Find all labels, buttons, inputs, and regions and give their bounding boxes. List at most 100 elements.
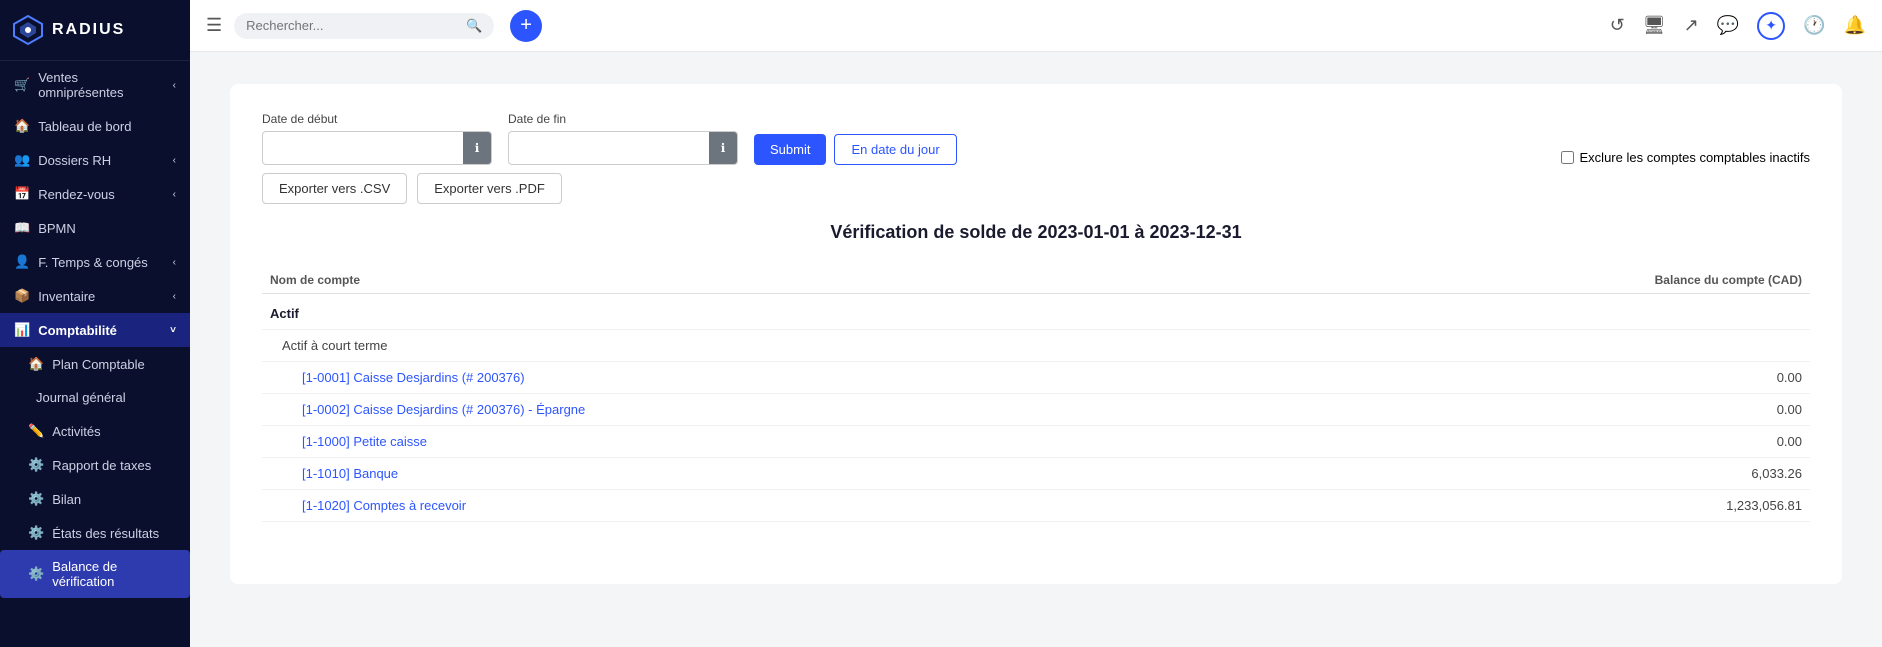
export-pdf-button[interactable]: Exporter vers .PDF [417,173,562,204]
section-actif-balance [1299,294,1810,330]
compass-icon[interactable]: ✦ [1757,12,1785,40]
calendar-icon: 📅 [14,186,30,202]
sidebar-label-journal-general: Journal général [36,390,126,405]
form-controls: Date de début ℹ Date de fin ℹ [262,112,1810,165]
account-balance-1-1010: 6,033.26 [1299,458,1810,490]
message-icon[interactable]: 💬 [1717,15,1739,36]
gear2-icon: ⚙️ [28,491,44,507]
date-fields: Date de début ℹ Date de fin ℹ [262,112,738,165]
table-row: [1-0002] Caisse Desjardins (# 200376) - … [262,394,1810,426]
account-name-1-0002[interactable]: [1-0002] Caisse Desjardins (# 200376) - … [262,394,1299,426]
chevron-icon-temps: ‹ [173,257,176,268]
chart-icon: 📊 [14,322,30,338]
date-fin-info-button[interactable]: ℹ [709,132,737,164]
sidebar-item-journal-general[interactable]: Journal général [0,381,190,414]
sidebar-item-bilan[interactable]: ⚙️ Bilan [0,482,190,516]
sidebar-item-tableau[interactable]: 🏠 Tableau de bord [0,109,190,143]
col-account-header: Nom de compte [262,267,1299,294]
app-name: RADIUS [52,21,125,39]
account-name-1-1000[interactable]: [1-1000] Petite caisse [262,426,1299,458]
group-icon: 👥 [14,152,30,168]
sidebar-item-bpmn[interactable]: 📖 BPMN [0,211,190,245]
sidebar-label-dossiers: Dossiers RH [38,153,111,168]
search-input[interactable] [246,18,460,33]
export-csv-button[interactable]: Exporter vers .CSV [262,173,407,204]
topbar-actions: ↺ 🖥 ↗ 💬 ✦ 🕐 🔔 [1610,12,1866,40]
submit-button[interactable]: Submit [754,134,826,165]
chevron-icon-rdv: ‹ [173,189,176,200]
date-debut-input-wrap: ℹ [262,131,492,165]
date-fin-input[interactable] [509,135,709,162]
sidebar-item-temps[interactable]: 👤 F. Temps & congés ‹ [0,245,190,279]
date-debut-group: Date de début ℹ [262,112,492,165]
date-debut-input[interactable] [263,135,463,162]
sidebar-label-bilan: Bilan [52,492,81,507]
sidebar-item-inventaire[interactable]: 📦 Inventaire ‹ [0,279,190,313]
sidebar-item-etats-resultats[interactable]: ⚙️ États des résultats [0,516,190,550]
sidebar-label-inventaire: Inventaire [38,289,95,304]
edit-icon: ✏️ [28,423,44,439]
share-icon[interactable]: ↗ [1684,15,1699,36]
account-name-1-1020[interactable]: [1-1020] Comptes à recevoir [262,490,1299,522]
date-debut-info-button[interactable]: ℹ [463,132,491,164]
menu-toggle-button[interactable]: ☰ [206,15,222,36]
topbar: ☰ 🔍 + ↺ 🖥 ↗ 💬 ✦ 🕐 🔔 [190,0,1882,52]
cart-icon: 🛒 [14,77,30,93]
report-title: Vérification de solde de 2023-01-01 à 20… [262,222,1810,243]
sidebar-item-plan-comptable[interactable]: 🏠 Plan Comptable [0,347,190,381]
exclude-checkbox[interactable] [1561,151,1574,164]
chevron-icon: ‹ [173,80,176,91]
table-row: [1-1000] Petite caisse 0.00 [262,426,1810,458]
sidebar-label-ventes: Ventes omniprésentes [38,70,164,100]
export-row: Exporter vers .CSV Exporter vers .PDF [262,173,1810,204]
user-icon: 👤 [14,254,30,270]
sidebar-label-rapport-taxes: Rapport de taxes [52,458,151,473]
account-name-1-1010[interactable]: [1-1010] Banque [262,458,1299,490]
subsection-court-terme: Actif à court terme [262,330,1810,362]
date-fin-group: Date de fin ℹ [508,112,738,165]
account-balance-1-1020: 1,233,056.81 [1299,490,1810,522]
history-icon[interactable]: ↺ [1610,15,1625,36]
sidebar-item-rendez-vous[interactable]: 📅 Rendez-vous ‹ [0,177,190,211]
col-balance-header: Balance du compte (CAD) [1299,267,1810,294]
book-icon: 📖 [14,220,30,236]
en-date-button[interactable]: En date du jour [834,134,956,165]
sidebar-item-comptabilite[interactable]: 📊 Comptabilité ˅ [0,313,190,347]
table-row: [1-1020] Comptes à recevoir 1,233,056.81 [262,490,1810,522]
subsection-balance [1299,330,1810,362]
sidebar-item-activites[interactable]: ✏️ Activités [0,414,190,448]
search-icon: 🔍 [466,18,482,34]
chevron-icon-compta: ˅ [170,325,176,336]
bell-icon[interactable]: 🔔 [1844,15,1866,36]
home-icon: 🏠 [14,118,30,134]
clock-icon[interactable]: 🕐 [1803,15,1825,36]
table-row: [1-0001] Caisse Desjardins (# 200376) 0.… [262,362,1810,394]
sidebar-label-rendez-vous: Rendez-vous [38,187,115,202]
sidebar: RADIUS 🛒 Ventes omniprésentes ‹ 🏠 Tablea… [0,0,190,647]
report-card: Date de début ℹ Date de fin ℹ [230,84,1842,584]
sidebar-label-activites: Activités [52,424,100,439]
search-container: 🔍 [234,13,494,39]
chevron-icon-dossiers: ‹ [173,155,176,166]
home2-icon: 🏠 [28,356,44,372]
gear3-icon: ⚙️ [28,525,44,541]
account-balance-1-1000: 0.00 [1299,426,1810,458]
account-balance-1-0001: 0.00 [1299,362,1810,394]
logo-icon [12,14,44,46]
account-name-1-0001[interactable]: [1-0001] Caisse Desjardins (# 200376) [262,362,1299,394]
exclude-checkbox-group: Exclure les comptes comptables inactifs [1561,150,1810,165]
section-actif: Actif [262,294,1810,330]
sidebar-item-balance-verification[interactable]: ⚙️ Balance de vérification [0,550,190,598]
add-button[interactable]: + [510,10,542,42]
exclude-label: Exclure les comptes comptables inactifs [1580,150,1810,165]
sidebar-item-ventes[interactable]: 🛒 Ventes omniprésentes ‹ [0,61,190,109]
sidebar-label-temps: F. Temps & congés [38,255,148,270]
sidebar-label-etats-resultats: États des résultats [52,526,159,541]
sidebar-label-balance: Balance de vérification [52,559,176,589]
sidebar-label-bpmn: BPMN [38,221,76,236]
sidebar-item-dossiers[interactable]: 👥 Dossiers RH ‹ [0,143,190,177]
table-row: [1-1010] Banque 6,033.26 [262,458,1810,490]
section-actif-label: Actif [262,294,1299,330]
sidebar-item-rapport-taxes[interactable]: ⚙️ Rapport de taxes [0,448,190,482]
monitor-icon[interactable]: 🖥 [1643,15,1666,36]
